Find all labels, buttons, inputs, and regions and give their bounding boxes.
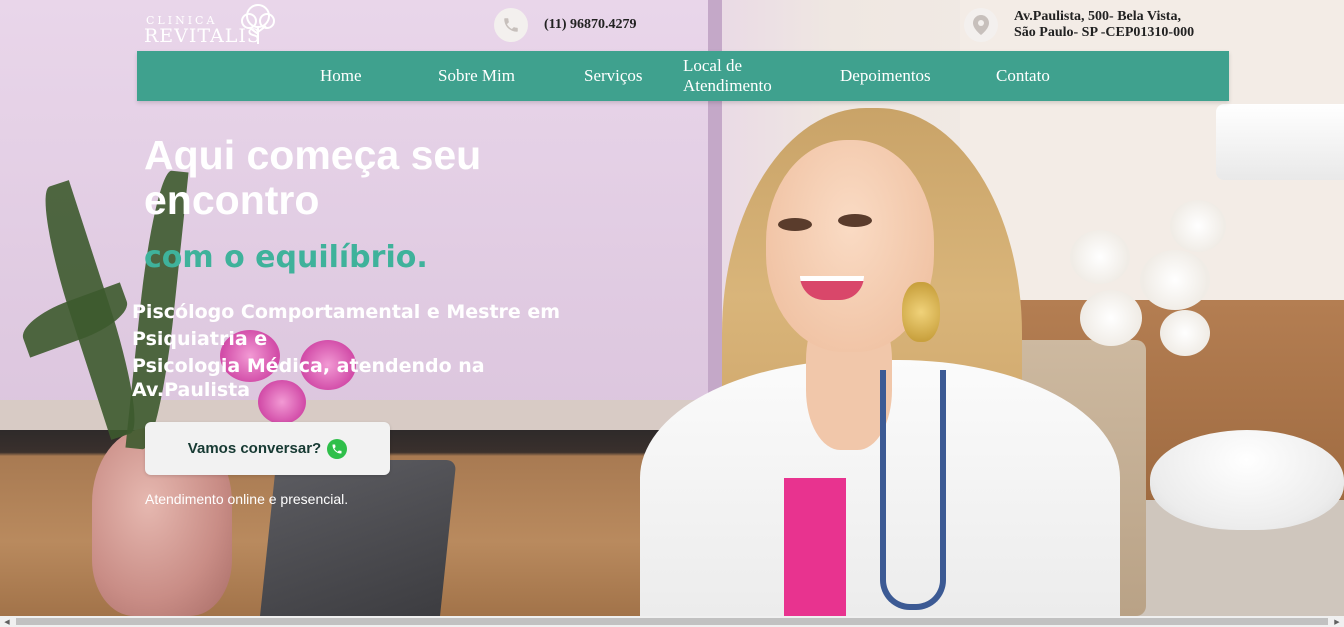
address-text: Av.Paulista, 500- Bela Vista, São Paulo-… (1014, 9, 1194, 41)
orchid-flower (1170, 200, 1226, 252)
header-address[interactable]: Av.Paulista, 500- Bela Vista, São Paulo-… (964, 8, 1194, 42)
whatsapp-icon (327, 438, 348, 459)
nav-item-local-de-atendimento[interactable]: Local de Atendimento (683, 51, 772, 101)
nav-item-contato[interactable]: Contato (996, 51, 1050, 101)
scroll-right-arrow-icon[interactable]: ▶ (1330, 616, 1344, 627)
whatsapp-contact-button[interactable]: Vamos conversar? (145, 422, 390, 475)
location-pin-icon (964, 8, 998, 42)
orchid-flower (1160, 310, 1210, 356)
doctor-eye (838, 214, 872, 227)
air-conditioner (1216, 104, 1344, 180)
nav-item-depoimentos[interactable]: Depoimentos (840, 51, 931, 101)
phone-icon (494, 8, 528, 42)
sink (1150, 430, 1344, 530)
nav-item-label-line-2: Atendimento (683, 76, 772, 95)
hero-description-line-3: Psicologia Médica, atendendo na (132, 355, 485, 377)
cta-label: Vamos conversar? (187, 440, 322, 457)
clinic-logo[interactable]: CLINICA REVITALIS (144, 2, 294, 48)
hero-description-line-1: Piscólogo Comportamental e Mestre em (132, 301, 561, 323)
hero-description-line-2: Psiquiatria e (132, 328, 268, 350)
orchid-flower (1140, 250, 1210, 310)
scrollbar-thumb[interactable] (16, 618, 1328, 625)
doctor-earring (902, 282, 940, 342)
address-line-1: Av.Paulista, 500- Bela Vista, (1014, 9, 1181, 24)
scroll-left-arrow-icon[interactable]: ◀ (0, 616, 14, 627)
hero-description: Piscólogo Comportamental e Mestre em Psi… (132, 299, 652, 400)
nav-item-sobre-mim[interactable]: Sobre Mim (438, 51, 515, 101)
hero-headline: Aqui começa seu encontro (144, 132, 482, 223)
address-line-2: São Paulo- SP -CEP01310-000 (1014, 25, 1195, 40)
hero-subheadline: com o equilíbrio. (144, 240, 428, 275)
service-note: Atendimento online e presencial. (145, 491, 349, 507)
horizontal-scrollbar[interactable]: ◀ ▶ (0, 616, 1344, 627)
phone-number: (11) 96870.4279 (544, 17, 637, 32)
nav-item-servicos[interactable]: Serviços (584, 51, 643, 101)
nav-item-label-line-1: Local de (683, 56, 742, 75)
tree-icon (241, 4, 275, 44)
laptop (259, 460, 457, 616)
stethoscope (880, 370, 946, 610)
hero-description-line-4: Av.Paulista (132, 379, 251, 401)
main-nav: Home Sobre Mim Serviços Local de Atendim… (137, 51, 1229, 101)
doctor-eye (778, 218, 812, 231)
doctor-shirt (784, 478, 846, 616)
orchid-flower (1080, 290, 1142, 346)
nav-item-home[interactable]: Home (320, 51, 362, 101)
header-phone[interactable]: (11) 96870.4279 (494, 8, 637, 42)
orchid-flower (1070, 230, 1130, 284)
